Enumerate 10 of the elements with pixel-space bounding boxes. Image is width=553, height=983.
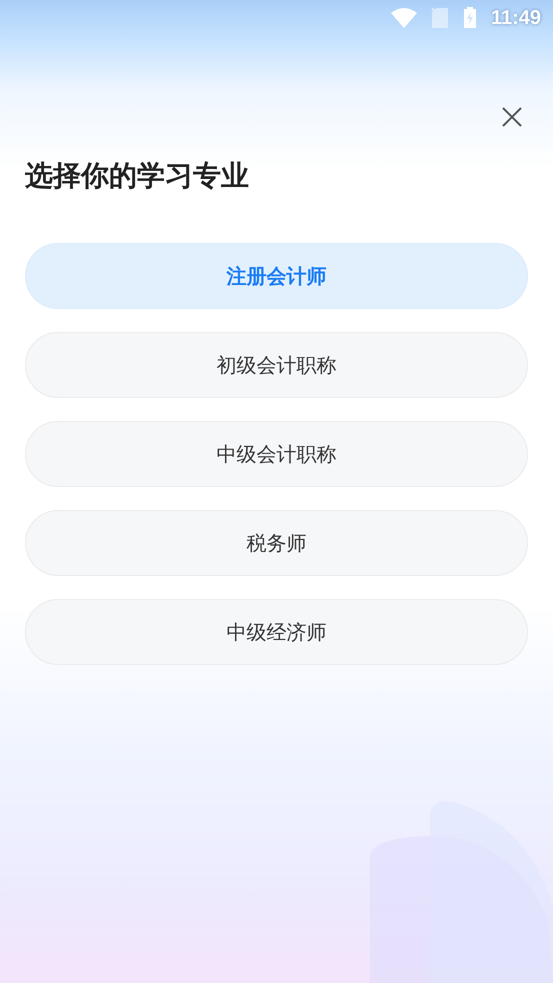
page-title: 选择你的学习专业 [25,158,250,194]
option-button[interactable]: 中级经济师 [25,599,528,665]
option-button[interactable]: 税务师 [25,510,528,576]
no-sim-icon [430,7,449,29]
option-button[interactable]: 中级会计职称 [25,421,528,487]
close-icon[interactable] [501,106,523,128]
status-time: 11:49 [490,6,541,31]
option-button[interactable]: 初级会计职称 [25,332,528,398]
battery-charging-icon [462,7,477,29]
wifi-icon [390,8,417,28]
